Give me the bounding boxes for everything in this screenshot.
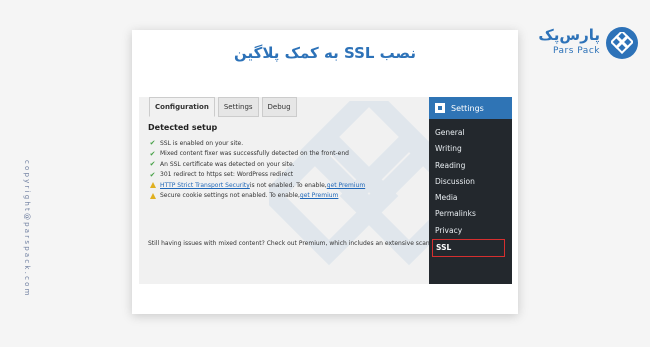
sidebar-item-reading[interactable]: Reading [429,158,512,174]
status-list: ✔ SSL is enabled on your site. ✔ Mixed c… [148,138,438,201]
warning-icon [148,182,157,189]
hsts-link[interactable]: HTTP Strict Transport Security [160,182,250,189]
settings-tabs: Configuration Settings Debug [149,97,300,117]
admin-sidebar: Settings General Writing Reading Discuss… [429,97,512,284]
check-icon: ✔ [149,149,156,158]
tab-settings[interactable]: Settings [217,97,259,117]
sidebar-header-label: Settings [451,103,484,113]
item-text: An SSL certificate was detected on your … [160,160,295,168]
list-item: ✔ SSL is enabled on your site. [148,138,438,149]
sidebar-item-media[interactable]: Media [429,190,512,206]
warning-icon [148,192,157,199]
list-item: ✔ An SSL certificate was detected on you… [148,159,438,170]
copyright-text: copyright@parspack.com [23,160,31,298]
check-icon: ✔ [149,160,156,169]
item-text: SSL is enabled on your site. [160,139,244,147]
sidebar-item-privacy[interactable]: Privacy [429,223,512,239]
settings-icon [435,103,445,113]
item-text: is not enabled. To enable, [249,181,327,189]
list-item: ✔ Mixed content fixer was successfully d… [148,149,438,160]
list-item: ✔ 301 redirect to https set: WordPress r… [148,170,438,181]
plugin-settings-panel: Configuration Settings Debug Detected se… [139,97,512,284]
section-title: Detected setup [148,123,218,132]
item-text: Mixed content fixer was successfully det… [160,150,349,158]
mixed-content-note: Still having issues with mixed content? … [148,240,443,247]
item-text: Secure cookie settings not enabled. To e… [160,192,300,200]
logo-mark-icon [606,27,638,59]
content-card: نصب SSL به کمک پلاگین Configuration Sett… [132,30,518,314]
list-item: Secure cookie settings not enabled. To e… [148,191,438,202]
sidebar-item-ssl[interactable]: SSL [432,239,505,258]
sidebar-item-general[interactable]: General [429,125,512,141]
list-item: HTTP Strict Transport Security is not en… [148,180,438,191]
tab-configuration[interactable]: Configuration [149,97,215,117]
get-premium-link[interactable]: get Premium [300,192,338,199]
check-icon: ✔ [149,139,156,148]
item-text: 301 redirect to https set: WordPress red… [160,171,294,179]
brand-name-en: Pars Pack [553,46,600,56]
brand-name-fa: پارس‌پک [538,26,600,44]
parspack-logo: پارس‌پک Pars Pack [538,25,638,65]
page-headline: نصب SSL به کمک پلاگین [234,44,416,62]
sidebar-item-discussion[interactable]: Discussion [429,174,512,190]
tab-debug[interactable]: Debug [261,97,297,117]
get-premium-link[interactable]: get Premium [327,182,365,189]
sidebar-item-permalinks[interactable]: Permalinks [429,206,512,222]
sidebar-item-settings[interactable]: Settings [429,97,512,119]
sidebar-item-writing[interactable]: Writing [429,141,512,157]
check-icon: ✔ [149,170,156,179]
